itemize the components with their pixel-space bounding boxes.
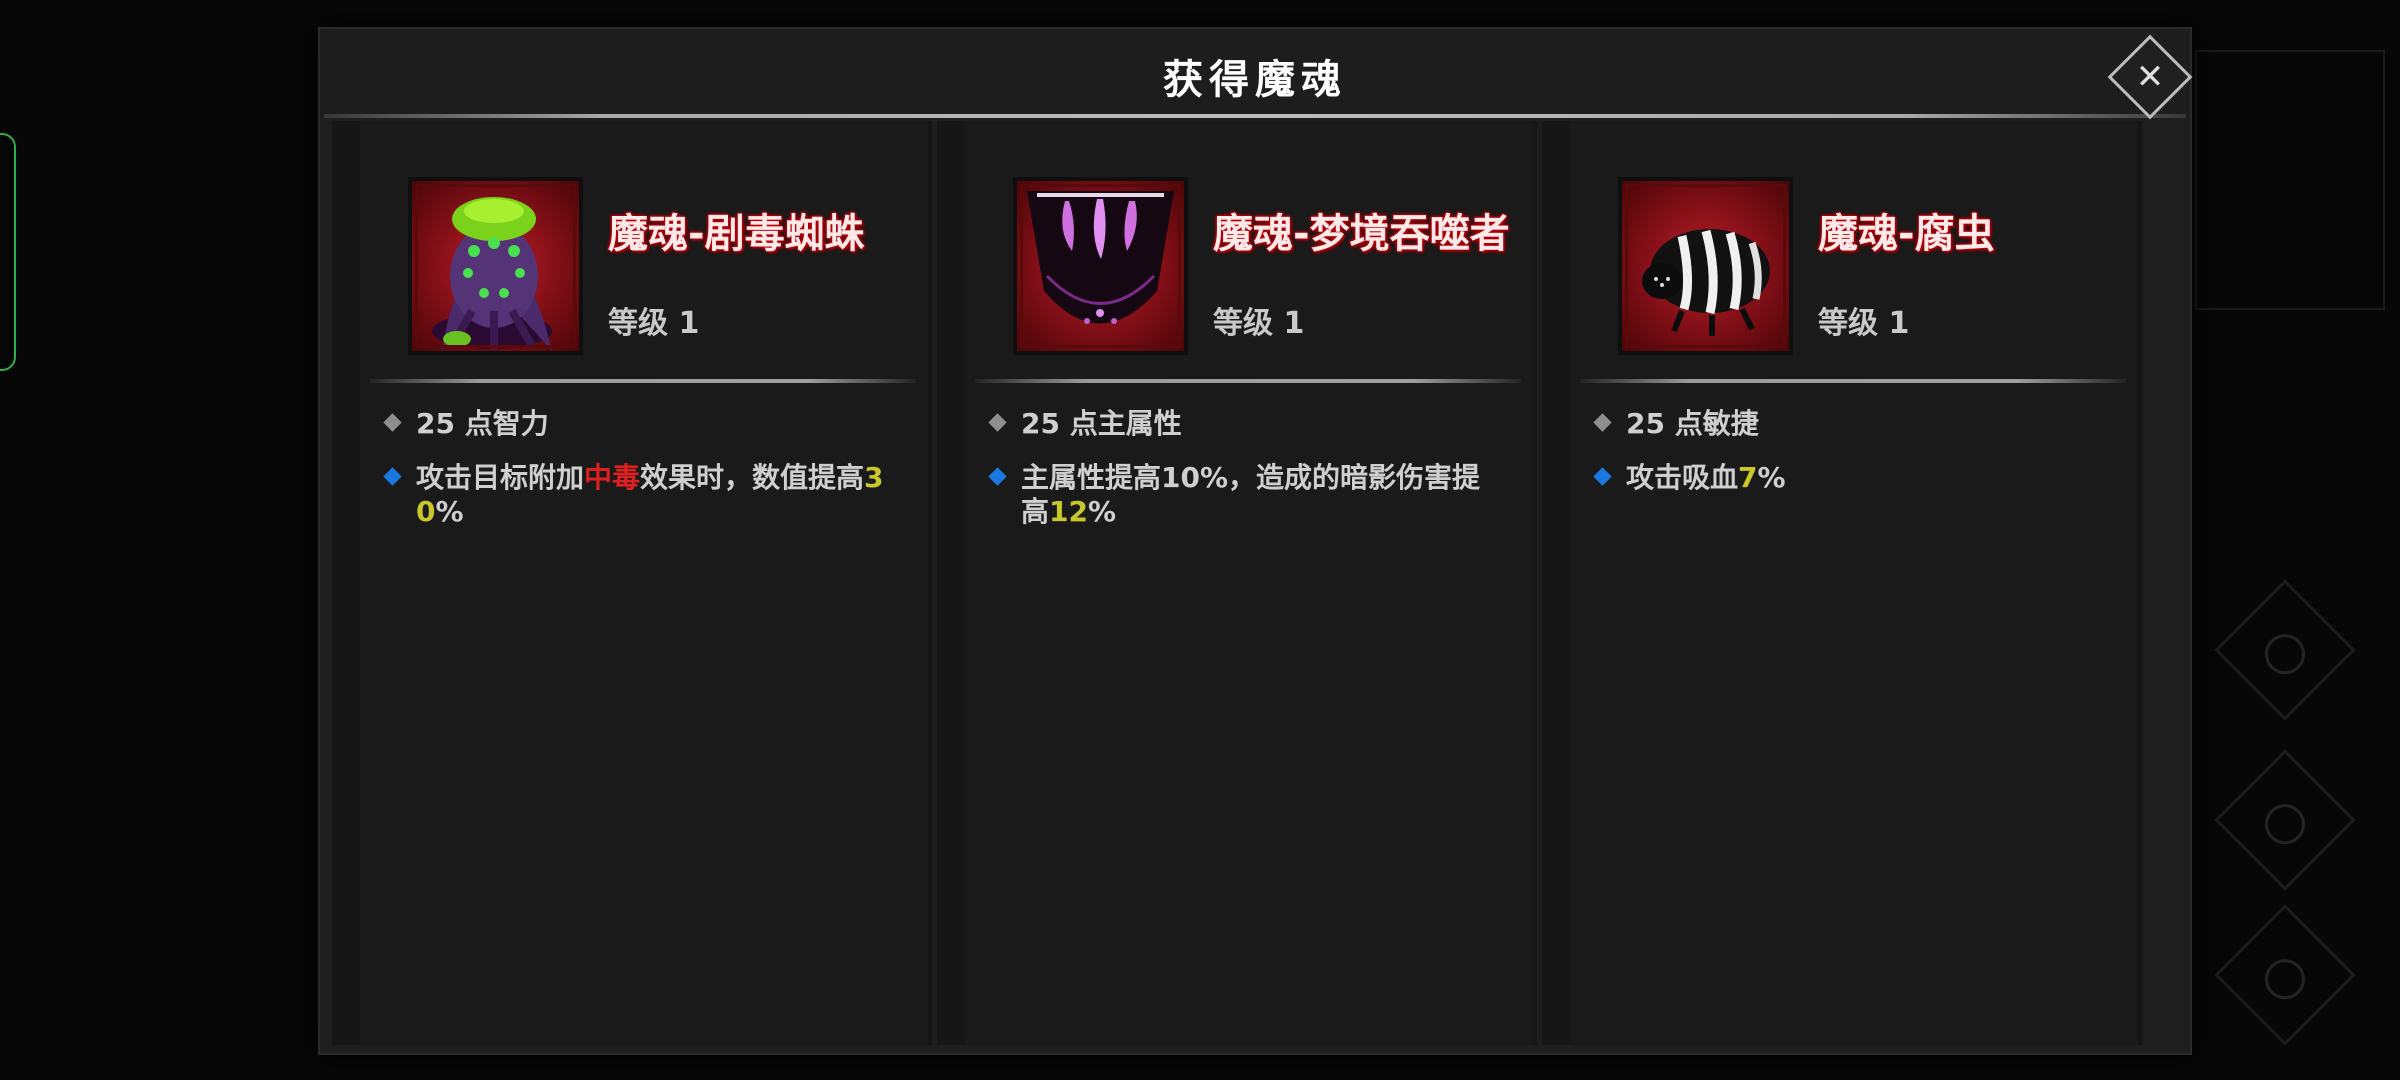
- special-effect: 主属性提高10%，造成的暗影伤害提 高12%: [988, 461, 1481, 529]
- soul-card-rot-worm[interactable]: 魔魂-腐虫 等级 1 25 点敏捷 攻击吸血7%: [1542, 121, 2142, 1045]
- soul-level: 等级 1: [608, 306, 700, 341]
- soul-cards: 魔魂-剧毒蜘蛛 等级 1 25 点智力 攻击目标附加中毒效果时，数值提高30%: [332, 121, 2178, 1045]
- background-green-frame: [0, 133, 16, 371]
- card-divider: [370, 379, 916, 383]
- poison-keyword: 中毒: [584, 461, 641, 494]
- soul-name: 魔魂-梦境吞噬者: [1213, 211, 1510, 257]
- background-potion-icon: [2214, 749, 2356, 891]
- card-divider: [1580, 379, 2126, 383]
- spider-portrait-icon: [408, 177, 583, 355]
- soul-name: 魔魂-剧毒蜘蛛: [608, 211, 865, 257]
- rot-worm-portrait-icon: [1618, 177, 1793, 355]
- background-panel: [2195, 50, 2385, 310]
- base-attribute: 25 点主属性: [988, 407, 1182, 441]
- gray-diamond-icon: [383, 413, 402, 432]
- card-divider: [975, 379, 1521, 383]
- dialog-title: 获得魔魂: [1163, 57, 1347, 103]
- gray-diamond-icon: [1593, 413, 1612, 432]
- soul-card-poison-spider[interactable]: 魔魂-剧毒蜘蛛 等级 1 25 点智力 攻击目标附加中毒效果时，数值提高3 0%: [332, 121, 932, 1045]
- soul-level: 等级 1: [1213, 306, 1305, 341]
- blue-diamond-icon: [988, 467, 1007, 486]
- gray-diamond-icon: [988, 413, 1007, 432]
- effect-text: 攻击目标附加中毒效果时，数值提高3 0%: [416, 461, 884, 528]
- dream-devourer-portrait-icon: [1013, 177, 1188, 355]
- blue-diamond-icon: [383, 467, 402, 486]
- soul-level: 等级 1: [1818, 306, 1910, 341]
- background-profile-icon: [2214, 579, 2356, 721]
- base-attribute: 25 点敏捷: [1593, 407, 1759, 441]
- header-divider: [324, 114, 2186, 118]
- close-icon: ✕: [2135, 57, 2165, 97]
- effect-text: 攻击吸血7%: [1626, 461, 1786, 494]
- soul-obtained-dialog: 获得魔魂 ✕ 魔魂-剧毒蜘蛛 等级 1 25 点智力 攻击目标附加中毒效果时，数…: [318, 27, 2193, 1055]
- soul-card-dream-devourer[interactable]: 魔魂-梦境吞噬者 等级 1 25 点主属性 主属性提高10%，造成的暗影伤害提高…: [937, 121, 1537, 1045]
- base-attribute: 25 点智力: [383, 407, 549, 441]
- effect-text: 主属性提高10%，造成的暗影伤害提 高12%: [1021, 461, 1481, 528]
- background-list-icon: [2214, 904, 2356, 1046]
- special-effect: 攻击吸血7%: [1593, 461, 1786, 495]
- blue-diamond-icon: [1593, 467, 1612, 486]
- special-effect: 攻击目标附加中毒效果时，数值提高3 0%: [383, 461, 884, 529]
- soul-name: 魔魂-腐虫: [1818, 211, 1995, 257]
- dialog-header: 获得魔魂: [320, 29, 2190, 117]
